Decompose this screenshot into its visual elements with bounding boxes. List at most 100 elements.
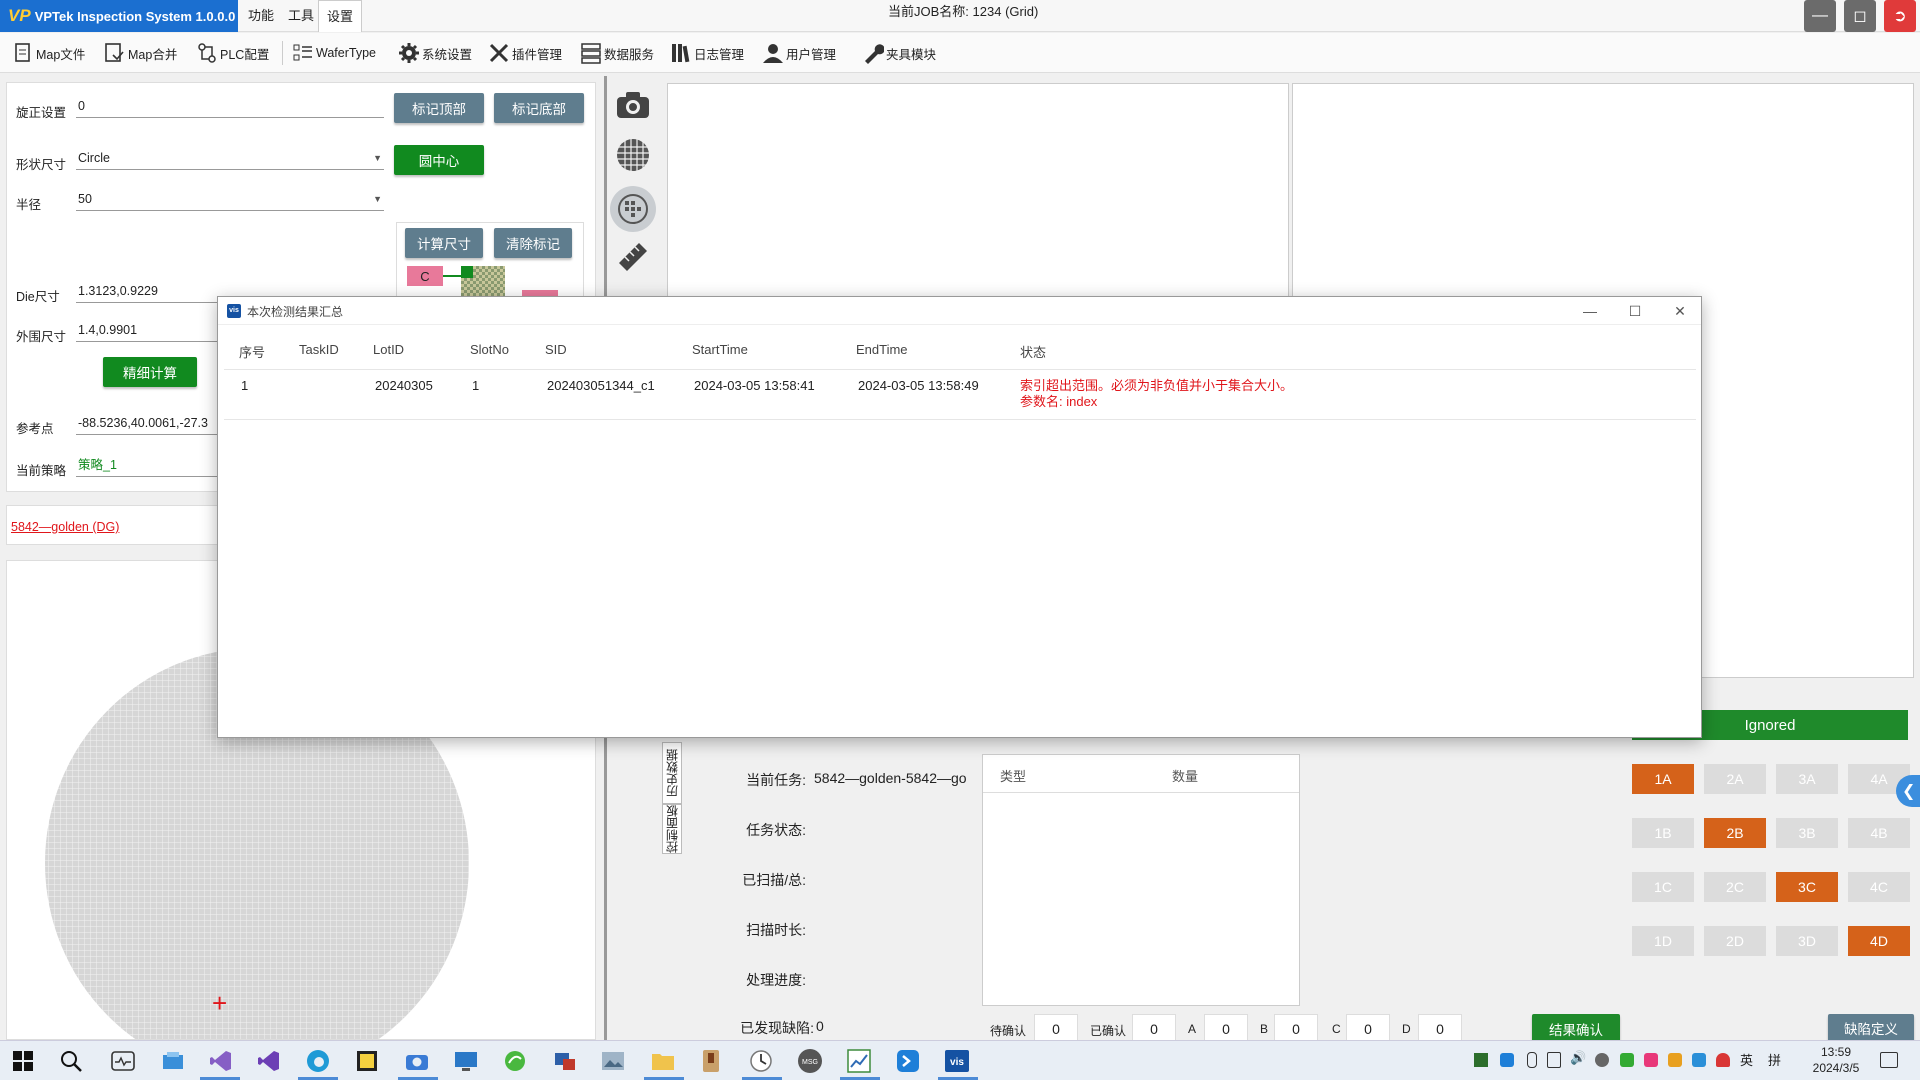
visual-studio-alt-icon[interactable] — [256, 1048, 282, 1074]
tray-red-icon[interactable] — [1716, 1053, 1730, 1067]
collapse-handle[interactable]: ❮ — [1896, 775, 1920, 807]
camera-app-icon[interactable] — [404, 1048, 430, 1074]
menu-tools[interactable]: 工具 — [280, 0, 322, 32]
column-header-lot-id[interactable]: LotID — [373, 342, 404, 357]
camera-icon[interactable] — [614, 86, 652, 124]
msg-app-icon[interactable]: MSG — [797, 1048, 823, 1074]
shape-select[interactable]: Circle ▼ — [76, 148, 384, 170]
toolbar-wafer-type[interactable]: WaferType — [292, 41, 376, 65]
toolbar-user-manager[interactable]: 用户管理 — [762, 41, 836, 65]
column-header-end-time[interactable]: EndTime — [856, 342, 908, 357]
strategy-value[interactable]: 策略_1 — [76, 455, 218, 477]
circle-center-button[interactable]: 圆中心 — [394, 145, 484, 175]
grade-1a-button[interactable]: 1A — [1632, 764, 1694, 794]
grade-2c-button[interactable]: 2C — [1704, 872, 1766, 902]
grade-1b-button[interactable]: 1B — [1632, 818, 1694, 848]
column-header-status[interactable]: 状态 — [1020, 342, 1046, 361]
clock-display[interactable]: 13:59 2024/3/5 — [1802, 1044, 1870, 1076]
windows-start-icon[interactable] — [10, 1048, 36, 1074]
grade-1c-button[interactable]: 1C — [1632, 872, 1694, 902]
shape-label: 形状尺寸 — [16, 158, 67, 172]
ime-mode-indicator[interactable]: 拼 — [1768, 1050, 1781, 1069]
toolbar-data-service[interactable]: 数据服务 — [580, 41, 654, 65]
toolbar-fixture-module[interactable]: 夹具模块 — [862, 41, 936, 65]
maximize-button[interactable]: ◻ — [1844, 0, 1876, 32]
grade-3d-button[interactable]: 3D — [1776, 926, 1838, 956]
dialog-maximize-button[interactable]: ☐ — [1625, 301, 1645, 321]
remote-desktop-icon[interactable] — [453, 1048, 479, 1074]
menu-function[interactable]: 功能 — [240, 0, 282, 32]
image-viewer-icon[interactable] — [600, 1048, 626, 1074]
grade-4c-button[interactable]: 4C — [1848, 872, 1910, 902]
tab-control-panel[interactable]: 控制面板 — [662, 804, 682, 854]
volume-icon[interactable]: 🔊 — [1570, 1050, 1586, 1066]
search-icon[interactable] — [58, 1048, 84, 1074]
tray-green-icon[interactable] — [1620, 1053, 1634, 1067]
toolbar-map-merge[interactable]: Map合并 — [104, 41, 177, 65]
vis-taskbar-icon[interactable]: vis — [944, 1048, 970, 1074]
rotation-input[interactable]: 0 — [76, 96, 384, 118]
mark-top-button[interactable]: 标记顶部 — [394, 93, 484, 123]
sticky-notes-icon[interactable] — [354, 1048, 380, 1074]
golden-link[interactable]: 5842—golden (DG) — [11, 520, 119, 534]
chart-app-icon[interactable] — [846, 1048, 872, 1074]
menu-settings[interactable]: 设置 — [318, 0, 363, 32]
grade-2d-button[interactable]: 2D — [1704, 926, 1766, 956]
column-header-index[interactable]: 序号 — [239, 342, 265, 361]
tray-app-icon[interactable] — [1474, 1053, 1488, 1067]
grade-4d-button[interactable]: 4D — [1848, 926, 1910, 956]
clear-mark-button[interactable]: 清除标记 — [494, 228, 572, 258]
ruler-tool-icon[interactable] — [614, 238, 652, 276]
grade-3a-button[interactable]: 3A — [1776, 764, 1838, 794]
tray-blue-icon[interactable] — [1692, 1053, 1706, 1067]
network-tool-icon[interactable] — [552, 1048, 578, 1074]
file-share-icon[interactable] — [160, 1048, 186, 1074]
task-monitor-icon[interactable] — [110, 1048, 136, 1074]
column-header-sid[interactable]: SID — [545, 342, 567, 357]
toolbar-log-manager[interactable]: 日志管理 — [670, 41, 744, 65]
green-app-icon[interactable] — [502, 1048, 528, 1074]
close-icon: ✕ — [1674, 302, 1686, 319]
calc-size-button[interactable]: 计算尺寸 — [405, 228, 483, 258]
dialog-minimize-button[interactable]: — — [1580, 301, 1600, 321]
fine-calc-button[interactable]: 精细计算 — [103, 357, 197, 387]
column-header-start-time[interactable]: StartTime — [692, 342, 748, 357]
toolbar-plc-config[interactable]: PLC配置 — [196, 41, 269, 65]
tray-orange-icon[interactable] — [1668, 1053, 1682, 1067]
tablet-icon[interactable] — [1547, 1052, 1561, 1068]
folder-icon[interactable] — [650, 1048, 676, 1074]
column-header-task-id[interactable]: TaskID — [299, 342, 339, 357]
archive-icon[interactable] — [698, 1048, 724, 1074]
toolbar-plugin-manager[interactable]: 插件管理 — [488, 41, 562, 65]
exit-button[interactable]: ➲ — [1884, 0, 1916, 32]
tray-terminal-icon[interactable] — [1500, 1053, 1514, 1067]
grade-2a-button[interactable]: 2A — [1704, 764, 1766, 794]
mark-bottom-button[interactable]: 标记底部 — [494, 93, 584, 123]
notification-icon[interactable] — [1880, 1052, 1898, 1068]
edge-browser-icon[interactable] — [305, 1048, 331, 1074]
c-marker-tag[interactable]: C — [407, 266, 443, 286]
tab-history-data[interactable]: 历史数据 — [662, 742, 682, 804]
grade-3b-button[interactable]: 3B — [1776, 818, 1838, 848]
grade-3c-button[interactable]: 3C — [1776, 872, 1838, 902]
tray-disc-icon[interactable] — [1595, 1053, 1609, 1067]
grade-2b-button[interactable]: 2B — [1704, 818, 1766, 848]
toolbar-system-settings[interactable]: 系统设置 — [398, 41, 472, 65]
tray-pink-icon[interactable] — [1644, 1053, 1658, 1067]
grade-1d-button[interactable]: 1D — [1632, 926, 1694, 956]
wafer-detail-icon[interactable] — [610, 186, 656, 232]
grade-4b-button[interactable]: 4B — [1848, 818, 1910, 848]
dialog-close-button[interactable]: ✕ — [1670, 301, 1690, 321]
list-icon — [292, 42, 314, 64]
toolbar-map-file[interactable]: Map文件 — [12, 41, 85, 65]
radius-select[interactable]: 50 ▼ — [76, 189, 384, 211]
usb-icon[interactable] — [1527, 1052, 1537, 1068]
visual-studio-icon[interactable] — [208, 1048, 234, 1074]
defect-definition-button[interactable]: 缺陷定义 — [1828, 1014, 1914, 1042]
clock-app-icon[interactable] — [748, 1048, 774, 1074]
column-header-slot-no[interactable]: SlotNo — [470, 342, 509, 357]
ime-indicator[interactable]: 英 — [1740, 1050, 1753, 1069]
minimize-button[interactable]: — — [1804, 0, 1836, 32]
wafer-grid-icon[interactable] — [614, 136, 652, 174]
terminal-app-icon[interactable] — [895, 1048, 921, 1074]
